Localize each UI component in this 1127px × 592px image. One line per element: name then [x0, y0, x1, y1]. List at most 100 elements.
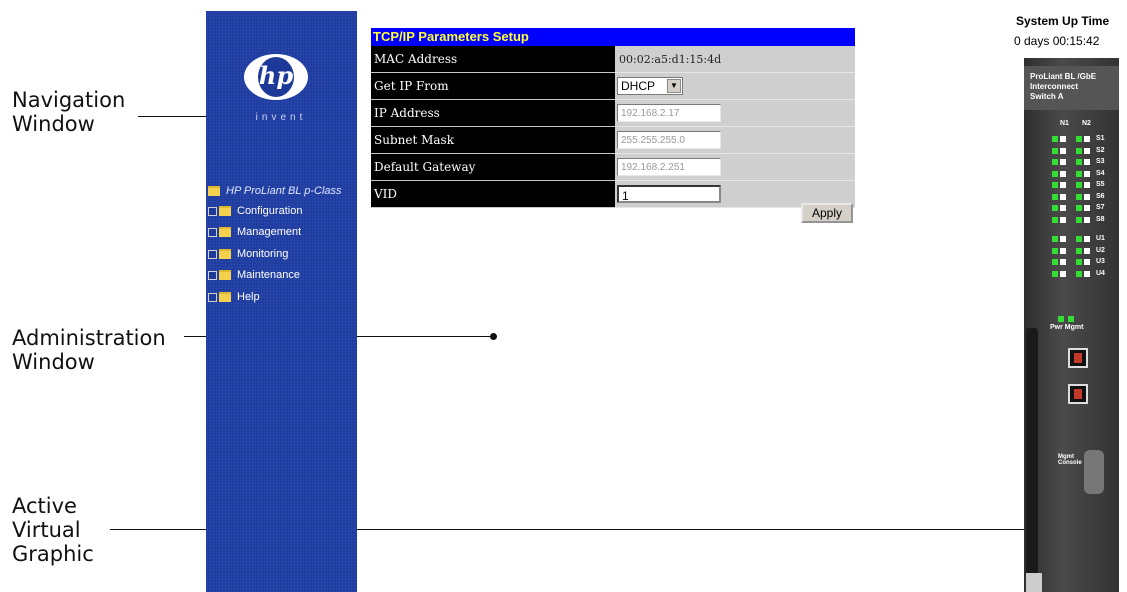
table-row: Get IP From DHCP ▼: [371, 72, 855, 100]
status-led: [1052, 159, 1058, 165]
navigation-pane: hp invent HP ProLiant BL p-Class Configu…: [206, 11, 357, 592]
status-led: [1052, 147, 1058, 154]
vid-field[interactable]: 1: [617, 184, 721, 203]
uplink-port-1[interactable]: [1068, 348, 1088, 368]
nav-item-monitoring[interactable]: Monitoring: [208, 246, 288, 262]
expand-icon[interactable]: [208, 249, 217, 259]
expand-icon[interactable]: [208, 227, 217, 237]
port-label: U4: [1096, 269, 1105, 277]
status-led: [1084, 270, 1090, 277]
status-led: [1076, 182, 1082, 188]
status-led: [1052, 170, 1058, 177]
status-led: [1084, 182, 1090, 188]
switch-label: ProLiant BL /GbE Interconnect Switch A: [1024, 66, 1119, 110]
expand-icon[interactable]: [208, 270, 217, 280]
switch-label-line: ProLiant BL /GbE: [1030, 72, 1097, 81]
callout-line-1: Administration: [12, 326, 166, 350]
apply-button[interactable]: Apply: [801, 203, 853, 223]
folder-icon: [219, 270, 231, 281]
row-value-cell: 255.255.255.0: [615, 126, 855, 154]
subnet-mask-field[interactable]: 255.255.255.0: [617, 130, 721, 149]
status-led: [1076, 259, 1082, 265]
administration-window-callout: Administration Window: [12, 326, 166, 374]
status-led: [1076, 205, 1082, 211]
hp-logo-text: hp: [258, 57, 294, 97]
navigation-window-callout: Navigation Window: [12, 88, 125, 136]
table-row: IP Address 192.168.2.17: [371, 99, 855, 127]
column-label-n2: N2: [1082, 120, 1091, 127]
table-row: Default Gateway 192.168.2.251: [371, 153, 855, 181]
status-led: [1084, 193, 1090, 200]
status-led: [1060, 216, 1066, 223]
row-label: VID: [371, 180, 615, 208]
status-led: [1076, 159, 1082, 165]
tcpip-parameters-table: MAC Address 00:02:a5:d1:15:4d Get IP Fro…: [371, 46, 855, 208]
row-label: IP Address: [371, 99, 615, 127]
nav-item-maintenance[interactable]: Maintenance: [208, 267, 300, 283]
administration-leader-dot: [490, 333, 497, 340]
status-led: [1084, 247, 1090, 254]
nav-item-label: Configuration: [237, 205, 303, 217]
status-led: [1052, 205, 1058, 211]
chevron-down-icon[interactable]: ▼: [667, 78, 681, 93]
status-led: [1060, 159, 1066, 165]
port-label: U3: [1096, 258, 1105, 265]
callout-line-3: Graphic: [12, 542, 94, 566]
default-gateway-field[interactable]: 192.168.2.251: [617, 157, 721, 176]
status-led: [1084, 147, 1090, 154]
status-led: [1052, 216, 1058, 223]
panel-title: TCP/IP Parameters Setup: [371, 28, 855, 46]
callout-line-1: Active: [12, 494, 77, 518]
folder-icon: [219, 249, 231, 260]
expand-icon[interactable]: [208, 206, 217, 216]
status-led: [1060, 270, 1066, 277]
status-led: [1052, 259, 1058, 265]
status-led: [1060, 259, 1066, 265]
status-led: [1058, 316, 1064, 322]
ip-address-field[interactable]: 192.168.2.17: [617, 103, 721, 122]
nav-item-management[interactable]: Management: [208, 224, 301, 240]
get-ip-from-select[interactable]: DHCP ▼: [617, 76, 683, 95]
callout-line-2: Window: [12, 112, 95, 136]
device-foot: [1026, 573, 1042, 592]
port-label: S5: [1096, 181, 1105, 188]
nav-root-item[interactable]: HP ProLiant BL p-Class: [208, 183, 342, 199]
status-led: [1084, 259, 1090, 265]
status-led: [1060, 170, 1066, 177]
status-led: [1060, 193, 1066, 200]
row-value-cell: 192.168.2.17: [615, 99, 855, 127]
status-led: [1060, 205, 1066, 211]
status-led: [1052, 247, 1058, 254]
mac-address-value: 00:02:a5:d1:15:4d: [619, 53, 722, 66]
folder-icon: [219, 227, 231, 238]
status-led: [1060, 247, 1066, 254]
status-led: [1052, 136, 1058, 142]
port-label: S6: [1096, 192, 1105, 200]
folder-icon: [219, 206, 231, 217]
port-label: S1: [1096, 135, 1105, 142]
port-label: U2: [1096, 246, 1105, 254]
nav-item-label: Help: [237, 291, 260, 303]
expand-icon[interactable]: [208, 292, 217, 302]
port-label: S4: [1096, 169, 1105, 177]
serial-console-port[interactable]: [1084, 450, 1104, 494]
status-led: [1084, 216, 1090, 223]
nav-item-label: Maintenance: [237, 269, 300, 281]
ejector-handle[interactable]: [1026, 328, 1038, 588]
status-led: [1068, 316, 1074, 322]
nav-item-help[interactable]: Help: [208, 289, 260, 305]
uptime-value: 0 days 00:15:42: [1014, 34, 1100, 48]
status-led: [1084, 159, 1090, 165]
callout-line-2: Virtual: [12, 518, 81, 542]
status-led: [1076, 147, 1082, 154]
port-label: U1: [1096, 235, 1105, 242]
nav-item-configuration[interactable]: Configuration: [208, 203, 302, 219]
status-led: [1076, 136, 1082, 142]
uplink-port-2[interactable]: [1068, 384, 1088, 404]
table-row: Subnet Mask 255.255.255.0: [371, 126, 855, 154]
status-led: [1060, 136, 1066, 142]
switch-graphic[interactable]: ProLiant BL /GbE Interconnect Switch A N…: [1024, 58, 1119, 592]
switch-label-line: Interconnect: [1030, 82, 1079, 91]
port-label: S7: [1096, 204, 1105, 211]
port-label: S2: [1096, 146, 1105, 154]
